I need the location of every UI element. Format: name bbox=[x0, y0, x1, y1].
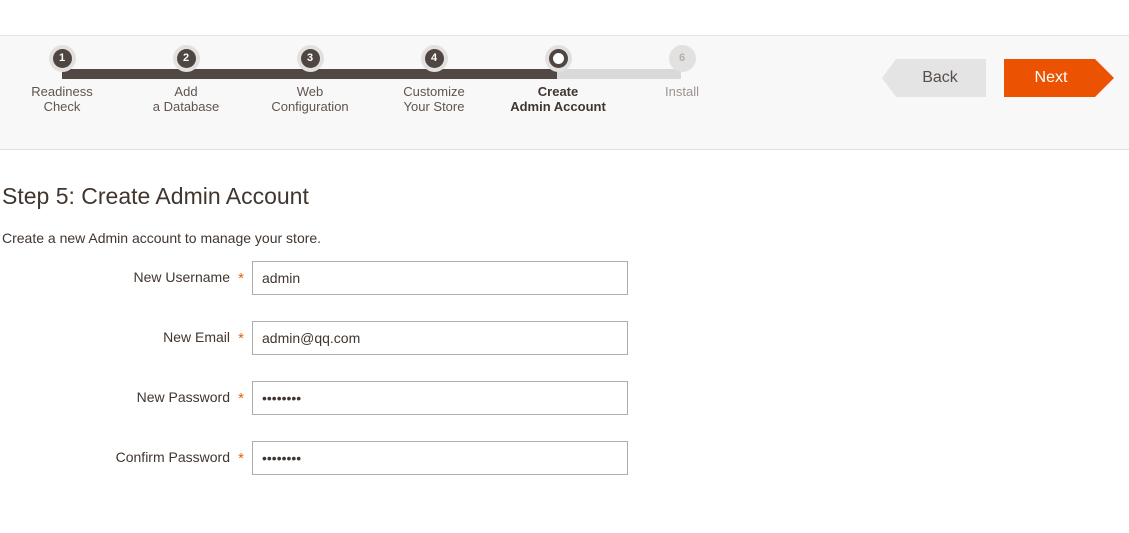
step-2-marker: 2 bbox=[124, 36, 248, 80]
label-new-email-text: New Email bbox=[163, 329, 230, 346]
wizard-steps: 1 Readiness Check 2 Add a Database 3 Web… bbox=[0, 36, 744, 151]
step-1-number: 1 bbox=[52, 48, 72, 68]
step-6-marker: 6 bbox=[620, 36, 744, 80]
step-5-number: 5 bbox=[552, 52, 564, 64]
step-6-number: 6 bbox=[672, 48, 692, 68]
step-2-label: Add a Database bbox=[152, 84, 220, 114]
admin-account-form: New Username * New Email * New Password * C… bbox=[0, 261, 1129, 475]
label-new-email: New Email * bbox=[0, 328, 252, 347]
step-3-circle: 3 bbox=[296, 44, 324, 72]
back-button[interactable]: Back bbox=[882, 59, 986, 97]
wizard-step-2[interactable]: 2 Add a Database bbox=[124, 36, 248, 114]
step-4-label: Customize Your Store bbox=[403, 84, 465, 114]
next-button[interactable]: Next bbox=[1004, 59, 1114, 97]
step-1-marker: 1 bbox=[0, 36, 124, 80]
field-row-confirm-password: Confirm Password * bbox=[0, 441, 1129, 475]
page-subtitle: Create a new Admin account to manage you… bbox=[2, 230, 322, 246]
step-5-marker: 5 bbox=[496, 36, 620, 80]
wizard-nav-buttons: Back Next bbox=[882, 59, 1114, 97]
step-4-number: 4 bbox=[424, 48, 444, 68]
step-5-circle: 5 bbox=[544, 44, 572, 72]
step-2-circle: 2 bbox=[172, 44, 200, 72]
step-5-label: Create Admin Account bbox=[510, 84, 606, 114]
wizard-step-4[interactable]: 4 Customize Your Store bbox=[372, 36, 496, 114]
field-row-new-username: New Username * bbox=[0, 261, 1129, 295]
wizard-step-5[interactable]: 5 Create Admin Account bbox=[496, 36, 620, 114]
label-new-password: New Password * bbox=[0, 388, 252, 407]
label-new-password-text: New Password bbox=[136, 389, 230, 406]
step-1-circle: 1 bbox=[48, 44, 76, 72]
wizard-step-6[interactable]: 6 Install bbox=[620, 36, 744, 99]
page-title: Step 5: Create Admin Account bbox=[2, 183, 309, 209]
step-6-label: Install bbox=[665, 84, 699, 99]
field-row-new-email: New Email * bbox=[0, 321, 1129, 355]
new-password-input[interactable] bbox=[252, 381, 628, 415]
wizard-step-3[interactable]: 3 Web Configuration bbox=[248, 36, 372, 114]
required-marker-new-email: * bbox=[238, 329, 244, 347]
step-3-marker: 3 bbox=[248, 36, 372, 80]
step-4-marker: 4 bbox=[372, 36, 496, 80]
label-new-username: New Username * bbox=[0, 268, 252, 287]
step-2-number: 2 bbox=[176, 48, 196, 68]
step-1-label: Readiness Check bbox=[31, 84, 93, 114]
field-row-new-password: New Password * bbox=[0, 381, 1129, 415]
confirm-password-input[interactable] bbox=[252, 441, 628, 475]
label-confirm-password-text: Confirm Password bbox=[115, 449, 230, 466]
required-marker-new-username: * bbox=[238, 269, 244, 287]
wizard-progress-bar: 1 Readiness Check 2 Add a Database 3 Web… bbox=[0, 35, 1129, 150]
required-marker-confirm-password: * bbox=[238, 449, 244, 467]
wizard-step-1[interactable]: 1 Readiness Check bbox=[0, 36, 124, 114]
top-strip bbox=[0, 0, 1129, 35]
required-marker-new-password: * bbox=[238, 389, 244, 407]
main-content: Step 5: Create Admin Account Create a ne… bbox=[0, 150, 1129, 475]
new-username-input[interactable] bbox=[252, 261, 628, 295]
new-email-input[interactable] bbox=[252, 321, 628, 355]
label-confirm-password: Confirm Password * bbox=[0, 448, 252, 467]
step-3-label: Web Configuration bbox=[271, 84, 349, 114]
step-4-circle: 4 bbox=[420, 44, 448, 72]
step-3-number: 3 bbox=[300, 48, 320, 68]
step-6-circle: 6 bbox=[668, 44, 696, 72]
label-new-username-text: New Username bbox=[133, 269, 230, 286]
